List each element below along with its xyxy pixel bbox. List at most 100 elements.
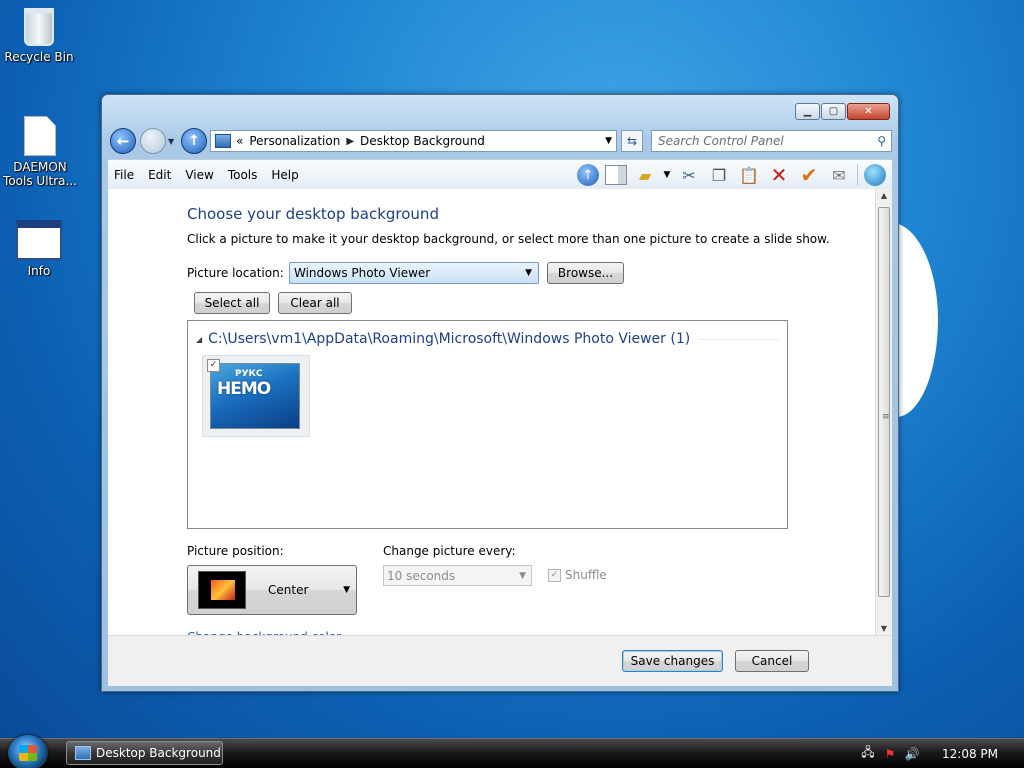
menu-file[interactable]: File [108, 168, 142, 182]
desktop-icon-label: Info [27, 264, 51, 278]
shuffle-label: Shuffle [565, 568, 607, 582]
minimize-button[interactable]: ▁ [795, 103, 820, 120]
cancel-button[interactable]: Cancel [735, 650, 809, 672]
back-button[interactable]: ← [110, 128, 136, 154]
email-icon[interactable]: ✉ [827, 163, 851, 187]
search-placeholder: Search Control Panel [658, 134, 784, 148]
taskbar-button-desktop-background[interactable]: Desktop Background [66, 741, 223, 765]
menu-edit[interactable]: Edit [142, 168, 179, 182]
folder-dropdown-icon[interactable]: ▼ [663, 163, 671, 187]
chevron-down-icon: ▼ [525, 268, 532, 278]
chevron-down-icon: ▼ [519, 570, 526, 581]
refresh-button[interactable]: ⇆ [621, 130, 643, 152]
page-title: Choose your desktop background [187, 205, 439, 223]
taskbar-button-label: Desktop Background [96, 746, 221, 760]
check-icon[interactable]: ✔ [797, 163, 821, 187]
shuffle-checkbox[interactable]: ✓ Shuffle [548, 568, 607, 582]
desktop-icon-recycle-bin[interactable]: Recycle Bin [3, 8, 75, 64]
desktop-icon-info[interactable]: Info [3, 220, 75, 278]
forward-button[interactable] [140, 128, 166, 154]
chevron-down-icon: ▼ [343, 585, 350, 595]
page-subtitle: Click a picture to make it your desktop … [187, 232, 830, 246]
menu-bar: File Edit View Tools Help ↑ ▰ ▼ ✂ ❐ 📋 ✕ … [108, 159, 892, 190]
position-preview-icon [198, 571, 246, 609]
menu-tools[interactable]: Tools [222, 168, 266, 182]
change-every-value: 10 seconds [387, 568, 456, 583]
breadcrumb-desktop-background[interactable]: Desktop Background [360, 134, 485, 148]
change-every-select[interactable]: 10 seconds ▼ [383, 565, 532, 586]
picture-position-value: Center [268, 583, 309, 597]
picture-location-value: Windows Photo Viewer [294, 266, 431, 280]
desktop-background-window: ▁ ▢ ✕ ← ▼ ↑ « Personalization ▶ Desktop … [101, 94, 899, 692]
group-divider [698, 338, 779, 340]
picture-position-label: Picture position: [187, 544, 284, 558]
vertical-scrollbar[interactable]: ▲ ≡ ▼ [875, 189, 892, 635]
save-changes-button[interactable]: Save changes [622, 650, 723, 672]
wallpaper-thumbnail-image: РУКС НЕМО [211, 364, 299, 428]
close-button[interactable]: ✕ [847, 103, 890, 120]
document-icon [24, 116, 56, 156]
scrollbar-thumb[interactable]: ≡ [878, 207, 890, 597]
scroll-up-icon[interactable]: ▲ [876, 191, 892, 200]
recent-pages-dropdown[interactable]: ▼ [168, 137, 174, 146]
system-tray: 🖧 ⚑ 🔊 12:08 PM [860, 739, 1024, 768]
desktop-icon-daemon-tools[interactable]: DAEMON Tools Ultra... [3, 116, 77, 188]
menu-help[interactable]: Help [265, 168, 306, 182]
desktop-icon-label: Recycle Bin [4, 50, 74, 64]
menu-view[interactable]: View [179, 168, 221, 182]
clear-all-button[interactable]: Clear all [278, 292, 352, 314]
taskbar: Desktop Background 🖧 ⚑ 🔊 12:08 PM [0, 735, 1024, 768]
start-button[interactable] [8, 735, 48, 768]
thumbnail-logo-big: НЕМО [217, 379, 271, 399]
up-button[interactable]: ↑ [181, 128, 207, 154]
desktop-icon-label: DAEMON Tools Ultra... [3, 160, 77, 188]
browse-button[interactable]: Browse... [547, 262, 624, 284]
back-arrow-icon: ← [116, 132, 130, 150]
refresh-icon: ⇆ [626, 134, 638, 148]
maximize-button[interactable]: ▢ [821, 103, 846, 120]
windows-logo-icon [19, 745, 37, 761]
up-icon[interactable]: ↑ [577, 164, 599, 186]
control-panel-icon [75, 746, 91, 760]
caption-buttons: ▁ ▢ ✕ [795, 103, 890, 120]
up-arrow-icon: ↑ [188, 133, 200, 149]
layout-icon[interactable] [605, 165, 627, 185]
search-icon[interactable]: ⚲ [877, 134, 886, 148]
picture-position-select[interactable]: Center ▼ [187, 565, 357, 615]
copy-icon[interactable]: ❐ [707, 163, 731, 187]
breadcrumb-separator-icon[interactable]: ▶ [346, 136, 354, 147]
cut-icon[interactable]: ✂ [677, 163, 701, 187]
toolbar: ↑ ▰ ▼ ✂ ❐ 📋 ✕ ✔ ✉ [577, 163, 892, 187]
scroll-down-icon[interactable]: ▼ [876, 624, 892, 633]
folder-check-icon[interactable]: ▰ [633, 163, 657, 187]
delete-icon[interactable]: ✕ [767, 163, 791, 187]
group-path: C:\Users\vm1\AppData\Roaming\Microsoft\W… [208, 331, 691, 347]
volume-icon[interactable]: 🔊 [904, 746, 920, 762]
picture-thumbnail[interactable]: РУКС НЕМО ✓ [202, 355, 310, 437]
picture-location-select[interactable]: Windows Photo Viewer ▼ [289, 262, 539, 284]
address-bar[interactable]: « Personalization ▶ Desktop Background ▼ [210, 130, 617, 152]
group-header[interactable]: ◢ C:\Users\vm1\AppData\Roaming\Microsoft… [196, 331, 779, 347]
security-alert-icon[interactable]: ⚑ [882, 746, 898, 762]
thumbnail-logo-small: РУКС [235, 369, 263, 379]
change-every-label: Change picture every: [383, 544, 516, 558]
recycle-bin-icon [24, 8, 54, 46]
breadcrumb-personalization[interactable]: Personalization [249, 134, 340, 148]
clock[interactable]: 12:08 PM [942, 747, 998, 761]
network-icon[interactable]: 🖧 [860, 745, 876, 762]
globe-icon[interactable] [864, 164, 886, 186]
paste-icon[interactable]: 📋 [737, 163, 761, 187]
select-all-button[interactable]: Select all [194, 292, 270, 314]
picture-list[interactable]: ◢ C:\Users\vm1\AppData\Roaming\Microsoft… [187, 320, 788, 529]
control-panel-icon [215, 134, 231, 148]
address-dropdown-icon[interactable]: ▼ [605, 136, 612, 146]
collapse-triangle-icon[interactable]: ◢ [196, 335, 202, 344]
thumbnail-checkbox[interactable]: ✓ [207, 359, 220, 372]
toolbar-divider [857, 164, 858, 186]
shuffle-check-icon: ✓ [548, 568, 561, 582]
search-input[interactable]: Search Control Panel ⚲ [651, 130, 892, 152]
address-chevrons[interactable]: « [236, 134, 243, 148]
window-icon [16, 220, 62, 260]
picture-location-label: Picture location: [187, 266, 284, 280]
grip-icon: ≡ [882, 412, 890, 422]
